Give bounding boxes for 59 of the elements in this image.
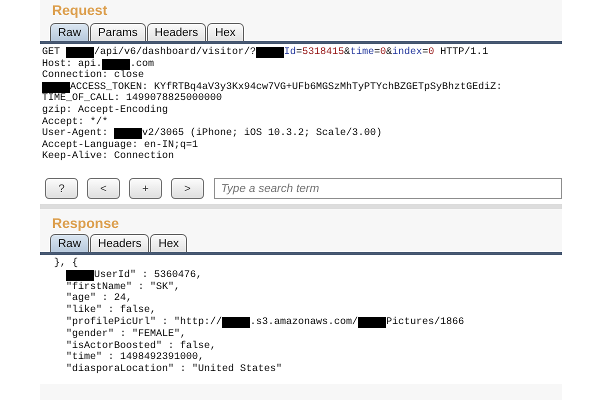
code-text: v2/3065 (iPhone; iOS 10.3.2; Scale/3.00) xyxy=(142,128,382,140)
redaction-block xyxy=(66,270,94,282)
code-text: TIME_OF_CALL: 1499078825000000 xyxy=(42,93,222,104)
code-text: "profilePicUrl" : "http:// xyxy=(66,316,222,328)
code-text: Pictures/1866 xyxy=(386,316,464,329)
section-title: Request xyxy=(51,2,108,20)
tab[interactable]: Headers xyxy=(146,23,206,41)
redaction-block xyxy=(66,47,94,58)
code-text: }, { xyxy=(54,258,78,270)
code-text: = xyxy=(374,47,380,59)
code-text: User-Agent: xyxy=(42,128,110,140)
redaction-block xyxy=(256,47,284,58)
tab[interactable]: Headers xyxy=(90,234,150,252)
code-text: & xyxy=(386,47,392,59)
code-text: Connection: close xyxy=(42,70,144,82)
tab[interactable]: Hex xyxy=(207,23,244,41)
redaction-block xyxy=(358,317,386,328)
code-text: .s3.amazonaws.com/ xyxy=(250,316,358,329)
code-text: Accept: */* xyxy=(42,116,108,128)
code-text: ACCESS_TOKEN: KYfRTBq4aV3y3Kx94cw7VG+UFb6MGSzMhTyPTYchBZGETpSyBhztGEdiZ: xyxy=(70,82,502,93)
code-text: "like" : false, xyxy=(66,305,156,316)
section-title: Response xyxy=(51,215,120,233)
code-text: & xyxy=(344,47,350,59)
code-text: 5318415 xyxy=(302,47,344,59)
code-text: Accept-Language: en-IN;q=1 xyxy=(42,140,198,151)
tab[interactable]: Params xyxy=(90,23,146,41)
code-text: gzip: Accept-Encoding xyxy=(42,104,168,116)
code-text: "time" : 1498492391000, xyxy=(66,352,204,364)
redaction-block xyxy=(222,317,250,328)
toolbar-button[interactable]: < xyxy=(87,178,120,199)
redaction-block xyxy=(102,58,130,70)
code-text: "firstName" : "SK", xyxy=(66,282,180,293)
code-text: = xyxy=(422,47,428,59)
code-text: Host: api. xyxy=(42,58,102,70)
code-text: "isActorBoosted" : false, xyxy=(66,340,216,352)
redaction-block xyxy=(42,82,70,94)
code-text: time xyxy=(350,47,374,59)
code-text: Id xyxy=(284,47,296,59)
code-text: GET xyxy=(42,47,62,59)
code-text: 0 xyxy=(380,47,386,59)
code-text: Keep-Alive: Connection xyxy=(42,151,174,163)
tab[interactable]: Hex xyxy=(150,234,187,252)
code-text: /api/v6/dashboard/visitor/? xyxy=(94,47,256,58)
toolbar-button[interactable]: ? xyxy=(45,178,78,199)
search-field[interactable]: Type a search term xyxy=(214,178,562,199)
code-text: "age" : 24, xyxy=(66,293,132,304)
code-text: UserId" : 5360476, xyxy=(94,270,202,282)
code-text: = xyxy=(296,47,302,59)
code-text: .com xyxy=(130,58,154,70)
toolbar-button[interactable]: + xyxy=(129,178,162,199)
redaction-block xyxy=(114,128,142,140)
code-text: 0 xyxy=(428,47,434,59)
code-text: index xyxy=(392,47,422,59)
code-text: "gender" : "FEMALE", xyxy=(66,328,186,340)
tab[interactable]: Raw xyxy=(50,234,90,252)
code-text: "diasporaLocation" : "United States" xyxy=(66,364,282,376)
tab[interactable]: Raw xyxy=(50,23,90,41)
code-text: HTTP/1.1 xyxy=(439,47,488,59)
toolbar-button[interactable]: > xyxy=(171,178,204,199)
